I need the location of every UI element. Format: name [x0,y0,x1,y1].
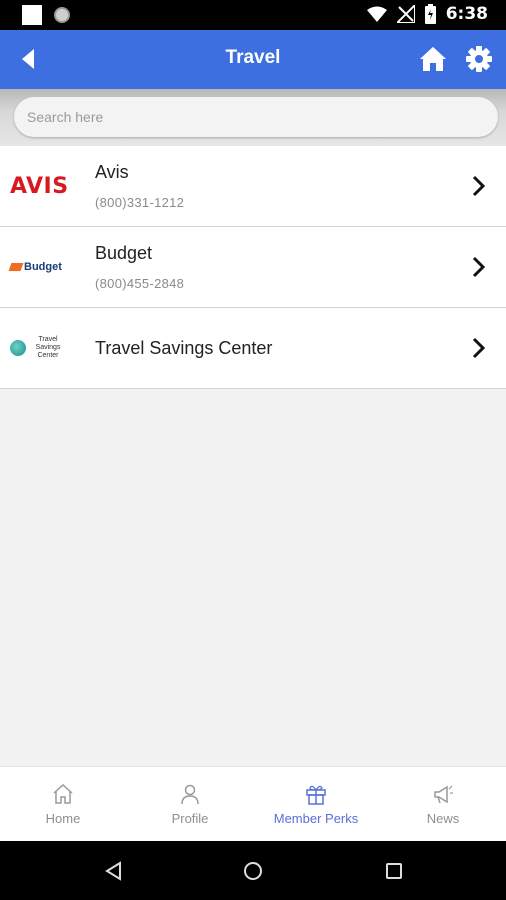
budget-logo-text: Budget [24,261,62,273]
avis-logo-text: AVIS [10,173,69,199]
vendor-name: Avis [95,162,129,182]
gift-icon [306,785,326,805]
nav-label: Member Perks [273,811,359,826]
home-icon [53,783,73,804]
nav-news[interactable]: News [380,767,506,842]
budget-mark-icon [8,263,24,271]
home-icon [420,47,446,71]
megaphone-icon [434,785,453,804]
list-item-budget[interactable]: Budget Budget (800)455-2848 [0,227,506,308]
system-home-icon[interactable] [243,861,263,881]
settings-button[interactable] [464,44,494,74]
chevron-right-icon [472,337,486,359]
vendor-name: Travel Savings Center [95,338,273,358]
list-item-travel-savings-center[interactable]: Travel Savings Center Travel Savings Cen… [0,308,506,389]
budget-logo: Budget [8,227,80,307]
system-recents-icon[interactable] [384,861,404,881]
travel-savings-center-logo: Travel Savings Center [10,308,80,388]
vendor-name: Budget [95,243,153,263]
nav-label: News [426,811,460,826]
bottom-navigation: Home Profile Member Perks News [0,766,506,842]
battery-icon [424,4,436,24]
nav-label: Home [45,811,81,826]
nav-member-perks[interactable]: Member Perks [253,767,379,842]
profile-icon [181,784,199,805]
vendor-list: AVIS Avis (800)331-1212 Budget Budget (8… [0,146,506,389]
notification-square-icon [22,5,42,25]
home-button[interactable] [418,44,448,74]
signal-icon [396,5,415,23]
chevron-right-icon [472,256,486,278]
nav-home[interactable]: Home [0,767,126,842]
vendor-phone: (800)331-1212 [95,195,185,210]
app-bar: Travel [0,30,506,89]
list-item-avis[interactable]: AVIS Avis (800)331-1212 [0,146,506,227]
status-bar: 6:38 [0,0,506,30]
status-time: 6:38 [445,4,488,24]
system-navigation-bar [0,841,506,900]
chevron-right-icon [472,175,486,197]
search-input[interactable] [14,97,498,137]
avis-logo: AVIS [10,146,80,226]
system-back-icon[interactable] [104,861,124,881]
nav-label: Profile [171,811,209,826]
notification-circle-icon [54,7,70,23]
gear-icon [466,46,492,72]
tsc-logo-text: Travel Savings Center [35,336,61,359]
nav-profile[interactable]: Profile [127,767,253,842]
search-bar-container [0,89,506,146]
globe-icon [10,340,26,356]
vendor-phone: (800)455-2848 [95,276,185,291]
wifi-icon [366,6,387,22]
